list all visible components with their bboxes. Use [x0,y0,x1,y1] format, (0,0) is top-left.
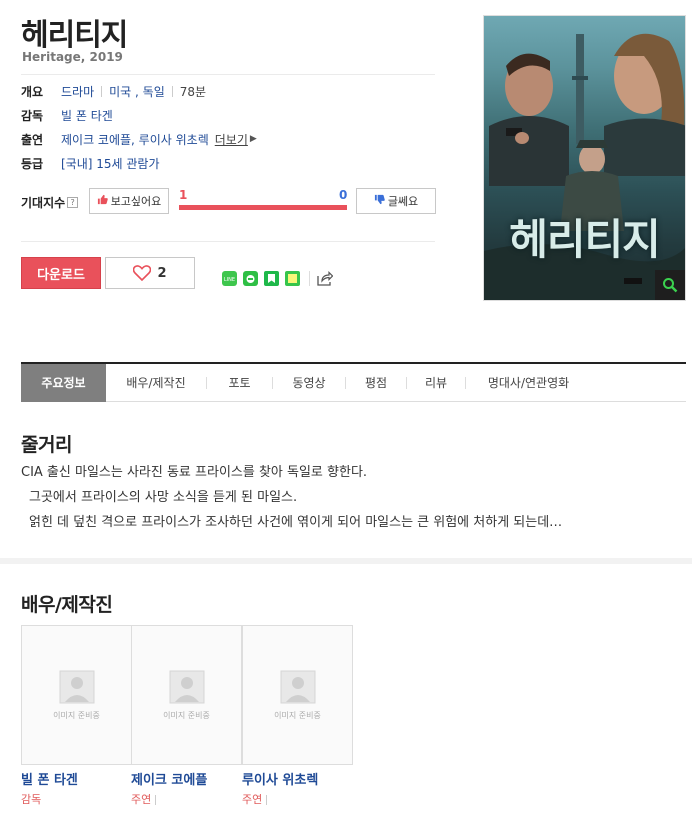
crew-title: 배우/제작진 [21,594,113,616]
synopsis-line: 얽힌 데 덮친 격으로 프라이스가 조사하던 사건에 엮이게 되어 마일스는 큰… [29,515,563,530]
cast-row: 출연 제이크 코에플, 루이사 위초렉 더보기 ▶ [21,130,257,148]
expectation-label: 기대지수 ? [21,194,79,211]
cast-link[interactable]: 제이크 코에플, 루이사 위초렉 [61,131,209,148]
detail-tabs: 주요정보 배우/제작진 포토 동영상 평점 리뷰 명대사/연관영화 [21,362,686,402]
placeholder-text: 이미지 준비중 [274,710,321,720]
tab-photo[interactable]: 포토 [207,364,272,402]
heart-icon [133,265,152,281]
chevron-right-icon: ▶ [249,134,257,144]
poster-zoom-button[interactable] [655,270,685,300]
not-sure-label: 글쎄요 [387,195,419,208]
person-name[interactable]: 루이사 위초렉 [242,769,318,788]
not-sure-button[interactable]: 글쎄요 [356,188,436,214]
rating-label: 등급 [21,156,44,171]
share-link-icon[interactable] [317,271,334,286]
separator [155,795,157,805]
placeholder-text: 이미지 준비중 [163,710,210,720]
tab-rating[interactable]: 평점 [346,364,406,402]
director-row: 감독 빌 폰 타겐 [21,106,113,124]
tab-main-info[interactable]: 주요정보 [21,363,106,402]
cast-label: 출연 [21,132,44,147]
person-name[interactable]: 빌 폰 타겐 [21,769,78,788]
expectation-gauge [179,205,347,210]
genre-link[interactable]: 드라마 [61,83,94,100]
person-role: 주연 [131,791,157,807]
help-icon[interactable]: ? [67,197,79,208]
runtime: 78분 [179,84,207,99]
want-to-see-label: 보고싶어요 [110,195,162,208]
rating-link[interactable]: [국내] 15세 관람가 [61,155,160,172]
divider [21,74,435,75]
tab-cast-crew[interactable]: 배우/제작진 [106,364,206,402]
like-count: 2 [157,265,167,281]
movie-subtitle: Heritage, 2019 [22,50,123,64]
poster-title: 헤리티지 [509,215,661,264]
expectation-label-text: 기대지수 [21,196,66,210]
person-role-text: 감독 [21,793,42,806]
tab-video[interactable]: 동영상 [273,364,345,402]
synopsis-text: CIA 출신 마일스는 사라진 동료 프라이스를 찾아 독일로 향한다. 그곳에… [21,460,681,535]
separator [309,271,310,286]
placeholder-text: 이미지 준비중 [53,710,100,720]
want-count: 1 [179,188,188,202]
tab-review[interactable]: 리뷰 [407,364,465,402]
thumbs-up-icon [97,194,108,208]
person-role: 감독 [21,791,41,807]
search-icon [663,278,678,293]
bookmark-share-icon[interactable] [264,271,279,286]
more-link[interactable]: 더보기 [215,131,248,148]
svg-text:LINE: LINE [224,277,235,283]
movie-title: 헤리티지 [21,18,128,53]
want-to-see-button[interactable]: 보고싶어요 [89,188,169,214]
rating-row: 등급 [국내] 15세 관람가 [21,154,160,172]
person-name[interactable]: 제이크 코에플 [131,769,207,788]
divider [21,241,435,242]
overview-row: 개요 드라마 미국 , 독일 78분 [21,82,206,100]
person-photo-placeholder[interactable]: 이미지 준비중 [21,625,132,765]
image-placeholder-icon [169,670,204,703]
separator [266,795,268,805]
overview-label: 개요 [21,84,44,99]
expectation-gauge-fill [179,205,347,210]
nah-count: 0 [339,188,348,202]
thumbs-down-icon [374,194,385,208]
person-role-text: 주연 [131,793,152,806]
country-link[interactable]: 미국 , 독일 [109,83,165,100]
separator [171,85,173,97]
image-placeholder-icon [59,670,94,703]
person-photo-placeholder[interactable]: 이미지 준비중 [242,625,353,765]
download-button[interactable]: 다운로드 [21,257,101,289]
movie-poster[interactable]: 헤리티지 [483,15,686,301]
person-role-text: 주연 [242,793,263,806]
director-label: 감독 [21,108,44,123]
section-divider [0,558,692,564]
like-button[interactable]: 2 [105,257,195,289]
separator [101,85,103,97]
band-share-icon[interactable] [243,271,258,286]
synopsis-line: CIA 출신 마일스는 사라진 동료 프라이스를 찾아 독일로 향한다. [21,465,368,480]
person-role: 주연 [242,791,268,807]
synopsis-title: 줄거리 [21,434,72,456]
note-share-icon[interactable] [285,271,300,286]
director-link[interactable]: 빌 폰 타겐 [61,107,113,124]
person-photo-placeholder[interactable]: 이미지 준비중 [131,625,242,765]
synopsis-line: 그곳에서 프라이스의 사망 소식을 듣게 된 마일스. [29,490,298,505]
line-share-icon[interactable]: LINE [222,271,237,286]
tab-quotes-related[interactable]: 명대사/연관영화 [466,364,591,402]
image-placeholder-icon [280,670,315,703]
